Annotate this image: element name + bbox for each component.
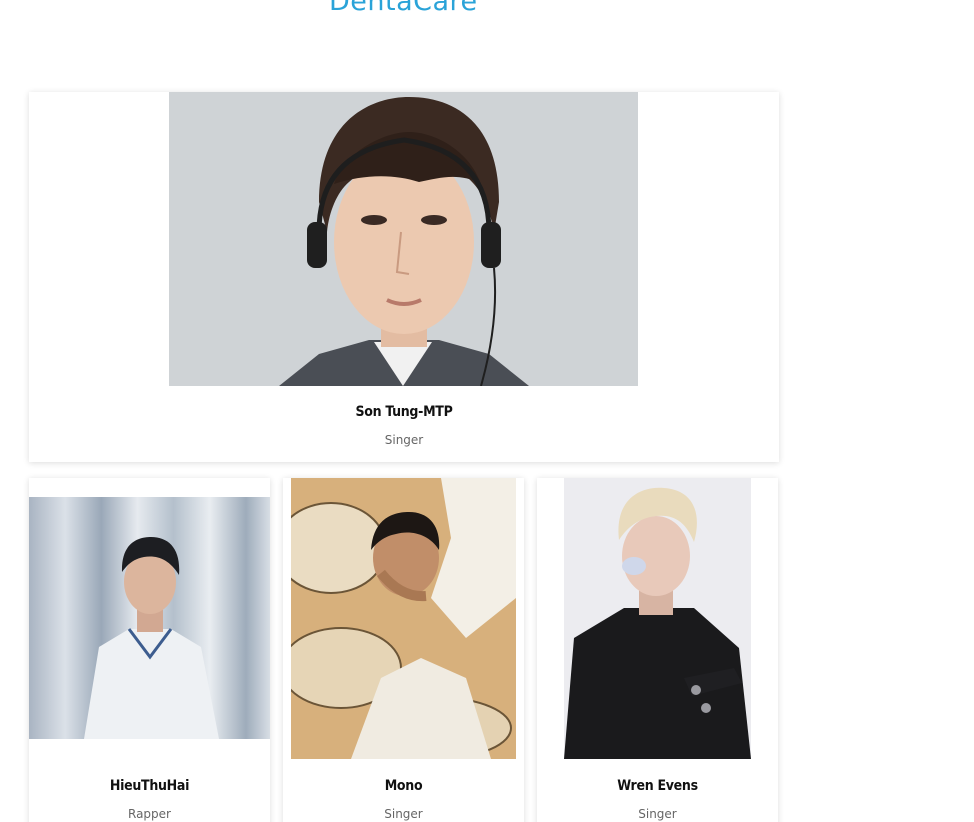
team-member-name[interactable]: Mono [283, 778, 524, 794]
team-member-card: Mono Singer [283, 478, 524, 822]
team-member-role: Singer [638, 807, 677, 821]
team-member-role: Singer [384, 807, 423, 821]
team-member-photo [29, 497, 270, 739]
brand-title[interactable]: DentaCare [329, 0, 478, 18]
featured-member-name[interactable]: Son Tung-MTP [29, 404, 779, 420]
featured-member-card: Son Tung-MTP Singer [29, 92, 779, 462]
team-member-photo [291, 478, 516, 759]
team-member-card: HieuThuHai Rapper [29, 478, 270, 822]
team-member-photo [564, 478, 751, 759]
featured-member-photo [169, 92, 638, 386]
team-page: DentaCare Son Tung-MTP Singer HieuThuHai… [0, 0, 974, 822]
team-member-role: Rapper [128, 807, 171, 821]
team-member-name[interactable]: Wren Evens [537, 778, 778, 794]
team-member-name[interactable]: HieuThuHai [29, 778, 270, 794]
team-member-card: Wren Evens Singer [537, 478, 778, 822]
featured-member-role: Singer [384, 433, 424, 447]
